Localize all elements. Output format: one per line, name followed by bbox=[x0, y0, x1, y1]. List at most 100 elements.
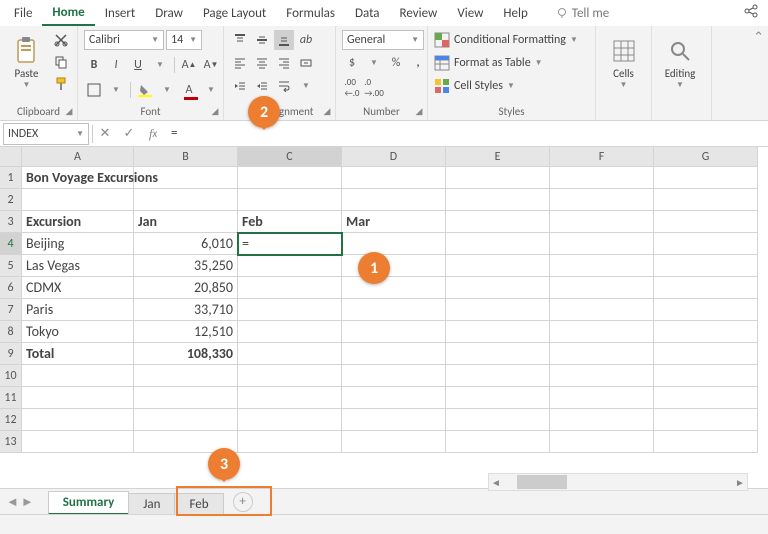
cell-C1[interactable] bbox=[238, 167, 342, 189]
menu-help[interactable]: Help bbox=[493, 2, 537, 25]
cell-D2[interactable] bbox=[342, 189, 446, 211]
currency-dropdown[interactable]: ▼ bbox=[364, 53, 384, 73]
alignment-dialog-launcher[interactable]: ◢ bbox=[321, 106, 333, 118]
paste-button[interactable]: Paste ▼ bbox=[6, 30, 47, 96]
row-header-10[interactable]: 10 bbox=[0, 365, 22, 387]
cell-C11[interactable] bbox=[238, 387, 342, 409]
cell-F11[interactable] bbox=[550, 387, 654, 409]
font-color-button[interactable]: A bbox=[179, 80, 199, 100]
cell-A12[interactable] bbox=[22, 409, 134, 431]
row-header-13[interactable]: 13 bbox=[0, 431, 22, 453]
cell-C13[interactable] bbox=[238, 431, 342, 453]
cell-C2[interactable] bbox=[238, 189, 342, 211]
bold-button[interactable]: B bbox=[84, 55, 104, 75]
number-format-combo[interactable]: General▼ bbox=[342, 30, 424, 50]
sheet-tab-summary[interactable]: Summary bbox=[48, 491, 130, 515]
clipboard-dialog-launcher[interactable]: ◢ bbox=[63, 106, 75, 118]
cell-E7[interactable] bbox=[446, 299, 550, 321]
formula-input[interactable]: = bbox=[165, 126, 768, 141]
increase-decimal-button[interactable]: .00←.0 bbox=[342, 78, 362, 98]
menu-data[interactable]: Data bbox=[345, 2, 390, 25]
cell-C8[interactable] bbox=[238, 321, 342, 343]
copy-button[interactable] bbox=[51, 52, 71, 72]
cell-F7[interactable] bbox=[550, 299, 654, 321]
cell-F12[interactable] bbox=[550, 409, 654, 431]
tab-nav-next[interactable]: ► bbox=[21, 494, 34, 510]
comma-button[interactable]: , bbox=[408, 53, 428, 73]
cell-B7[interactable]: 33,710 bbox=[134, 299, 238, 321]
font-name-combo[interactable]: Calibri▼ bbox=[84, 30, 164, 50]
editing-button[interactable]: Editing▼ bbox=[658, 30, 702, 96]
menu-file[interactable]: File bbox=[4, 2, 42, 25]
cell-C10[interactable] bbox=[238, 365, 342, 387]
tab-nav-prev[interactable]: ◄ bbox=[6, 494, 19, 510]
menu-page-layout[interactable]: Page Layout bbox=[193, 2, 276, 25]
collapse-ribbon-button[interactable]: ⌃ bbox=[749, 26, 768, 120]
cell-E13[interactable] bbox=[446, 431, 550, 453]
cell-E8[interactable] bbox=[446, 321, 550, 343]
name-box[interactable]: INDEX▼ bbox=[3, 123, 89, 145]
cell-E11[interactable] bbox=[446, 387, 550, 409]
cell-D11[interactable] bbox=[342, 387, 446, 409]
font-dialog-launcher[interactable]: ◢ bbox=[209, 106, 221, 118]
cell-F10[interactable] bbox=[550, 365, 654, 387]
menu-formulas[interactable]: Formulas bbox=[276, 2, 345, 25]
underline-button[interactable]: U bbox=[128, 55, 148, 75]
cell-B2[interactable] bbox=[134, 189, 238, 211]
borders-button[interactable] bbox=[84, 80, 104, 100]
decrease-decimal-button[interactable]: .0→.00 bbox=[364, 78, 384, 98]
format-as-table-button[interactable]: Format as Table▼ bbox=[434, 53, 543, 73]
number-dialog-launcher[interactable]: ◢ bbox=[413, 106, 425, 118]
cell-A6[interactable]: CDMX bbox=[22, 277, 134, 299]
cell-A13[interactable] bbox=[22, 431, 134, 453]
cells-button[interactable]: Cells▼ bbox=[602, 30, 645, 96]
sheet-tab-feb[interactable]: Feb bbox=[174, 493, 223, 515]
new-sheet-button[interactable]: + bbox=[233, 492, 253, 512]
select-all-corner[interactable] bbox=[0, 147, 22, 167]
cancel-formula-button[interactable]: ✕ bbox=[93, 123, 117, 145]
row-header-7[interactable]: 7 bbox=[0, 299, 22, 321]
cell-A4[interactable]: Beijing bbox=[22, 233, 134, 255]
cell-A7[interactable]: Paris bbox=[22, 299, 134, 321]
menu-insert[interactable]: Insert bbox=[95, 2, 146, 25]
cell-F2[interactable] bbox=[550, 189, 654, 211]
align-top-button[interactable] bbox=[230, 30, 250, 50]
wrap-text-button[interactable] bbox=[274, 76, 294, 96]
cell-D7[interactable] bbox=[342, 299, 446, 321]
insert-function-button[interactable]: fx bbox=[141, 123, 165, 145]
underline-dropdown[interactable]: ▼ bbox=[150, 55, 170, 75]
column-header-A[interactable]: A bbox=[22, 147, 134, 167]
cell-G10[interactable] bbox=[654, 365, 758, 387]
cell-D12[interactable] bbox=[342, 409, 446, 431]
cell-G13[interactable] bbox=[654, 431, 758, 453]
cell-A1[interactable]: Bon Voyage Excursions bbox=[22, 167, 134, 189]
cell-D6[interactable] bbox=[342, 277, 446, 299]
cell-G7[interactable] bbox=[654, 299, 758, 321]
cell-D3[interactable]: Mar bbox=[342, 211, 446, 233]
cell-A8[interactable]: Tokyo bbox=[22, 321, 134, 343]
cell-F8[interactable] bbox=[550, 321, 654, 343]
increase-indent-button[interactable] bbox=[252, 76, 272, 96]
menu-review[interactable]: Review bbox=[390, 2, 448, 25]
cell-G6[interactable] bbox=[654, 277, 758, 299]
cell-F4[interactable] bbox=[550, 233, 654, 255]
row-header-8[interactable]: 8 bbox=[0, 321, 22, 343]
cell-F13[interactable] bbox=[550, 431, 654, 453]
column-header-E[interactable]: E bbox=[446, 147, 550, 167]
cell-G3[interactable] bbox=[654, 211, 758, 233]
align-middle-button[interactable] bbox=[252, 30, 272, 50]
cell-G5[interactable] bbox=[654, 255, 758, 277]
cell-G1[interactable] bbox=[654, 167, 758, 189]
column-header-G[interactable]: G bbox=[654, 147, 758, 167]
cell-E2[interactable] bbox=[446, 189, 550, 211]
tell-me-search[interactable]: Tell me bbox=[546, 2, 619, 25]
align-bottom-button[interactable] bbox=[274, 30, 294, 50]
align-center-button[interactable] bbox=[252, 53, 272, 73]
cell-B9[interactable]: 108,330 bbox=[134, 343, 238, 365]
cell-F1[interactable] bbox=[550, 167, 654, 189]
merge-button[interactable] bbox=[296, 53, 316, 73]
cell-F6[interactable] bbox=[550, 277, 654, 299]
row-header-6[interactable]: 6 bbox=[0, 277, 22, 299]
enter-formula-button[interactable]: ✓ bbox=[117, 123, 141, 145]
cell-B10[interactable] bbox=[134, 365, 238, 387]
